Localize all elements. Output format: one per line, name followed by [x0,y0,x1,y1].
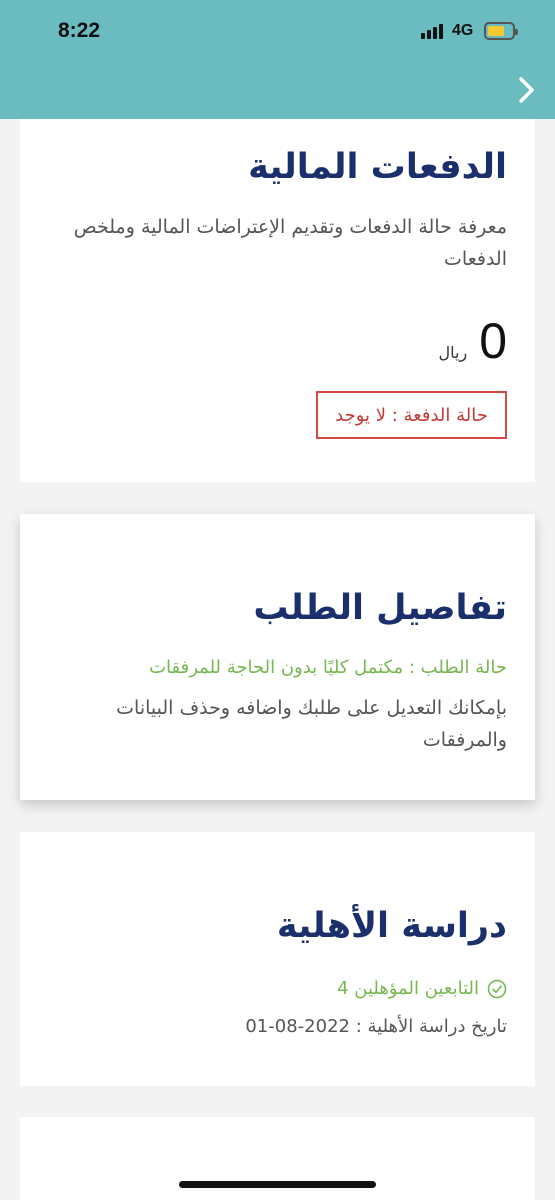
eligible-dependents-row: التابعين المؤهلين 4 [337,978,507,999]
request-description: بإمكانك التعديل على طلبك واضافه وحذف الب… [116,697,507,751]
eligibility-title: دراسة الأهلية [276,906,507,946]
check-circle-icon [487,979,507,998]
request-details-card[interactable]: تفاصيل الطلب حالة الطلب : مكتمل كليًا بد… [20,514,535,800]
network-type: 4G [452,22,474,39]
amount-currency: ريال [438,343,468,362]
amount-value: 0 [479,313,507,369]
payments-description: معرفة حالة الدفعات وتقديم الإعتراضات الم… [73,216,507,270]
payment-amount: 0 ريال [439,316,508,366]
app-header: 8:22 4G [0,0,555,119]
payment-status-badge: حالة الدفعة : لا يوجد [316,391,507,439]
chevron-right-icon [519,77,534,103]
status-time: 8:22 [58,19,101,42]
back-button[interactable] [512,74,540,106]
home-indicator [179,1181,376,1188]
eligibility-card[interactable]: دراسة الأهلية التابعين المؤهلين 4 تاريخ … [20,832,535,1086]
eligibility-date: تاريخ دراسة الأهلية : 2022-08-01 [245,1016,507,1037]
payments-title: الدفعات المالية [248,147,507,187]
cellular-signal-icon [421,23,443,39]
payments-card[interactable]: الدفعات المالية معرفة حالة الدفعات وتقدي… [20,119,535,482]
battery-icon [484,22,518,40]
request-title: تفاصيل الطلب [253,588,507,628]
eligible-dependents-text: التابعين المؤهلين 4 [337,978,479,999]
request-status: حالة الطلب : مكتمل كليًا بدون الحاجة للم… [149,657,507,678]
